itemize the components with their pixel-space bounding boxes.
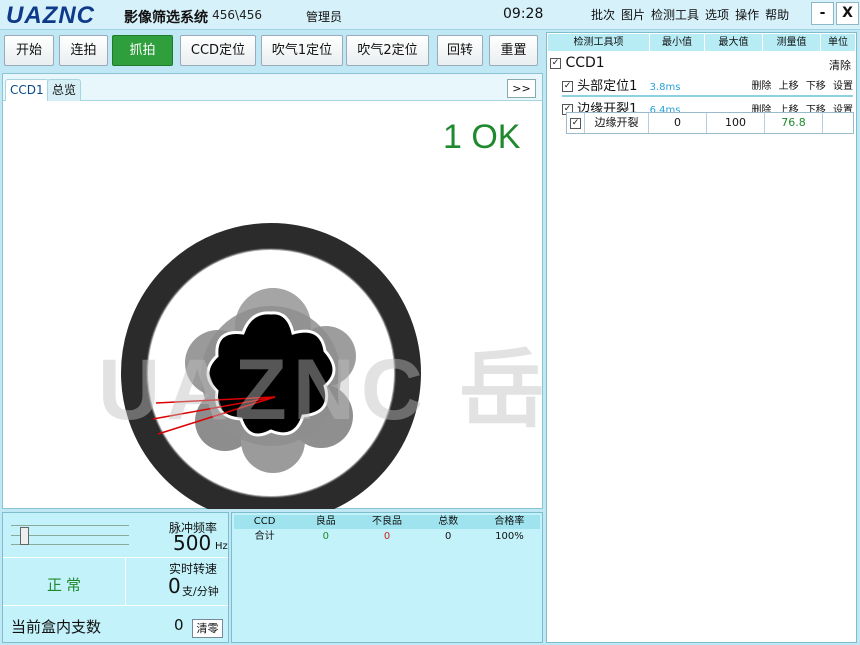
statistics-panel: CCD 良品 不良品 总数 合格率 合计 0 0 0 100% [231, 512, 543, 643]
title-bar: UAZNC 影像筛选系统 - 456\456 管理员 09:28 批次 图片 检… [0, 0, 860, 30]
menu-batch[interactable]: 批次 [591, 6, 615, 23]
start-button[interactable]: 开始 [4, 35, 54, 66]
menu-bar: 批次 图片 检测工具 选项 操作 帮助 [591, 6, 789, 23]
sub-checkbox[interactable]: ✓ [570, 117, 581, 129]
divider [125, 557, 126, 605]
col-unit: 单位 [828, 37, 848, 48]
col-bad: 不良品 [372, 516, 402, 527]
move-up-button[interactable]: 上移 [779, 81, 799, 92]
ccd1-checkbox[interactable]: ✓ [550, 57, 561, 69]
slider-thumb[interactable] [20, 527, 29, 545]
menu-options[interactable]: 选项 [705, 6, 729, 23]
tool-checkbox[interactable]: ✓ [562, 81, 573, 92]
divider [3, 557, 228, 558]
menu-operate[interactable]: 操作 [735, 6, 759, 23]
user-role: 管理员 [306, 10, 343, 24]
speed-unit: 支/分钟 [182, 585, 219, 598]
sub-value: 76.8 [765, 113, 823, 133]
blow2-position-button[interactable]: 吹气2定位 [346, 35, 429, 66]
speed-value: 0 [168, 574, 181, 598]
stats-header: CCD 良品 不良品 总数 合格率 [234, 515, 540, 529]
pulse-slider[interactable] [11, 525, 129, 545]
tool-item: ✓ 头部定位1 3.8ms 删除 上移 下移 设置 [562, 75, 853, 94]
machine-status: 正常 [47, 576, 86, 594]
cell-bad: 0 [383, 531, 391, 542]
box-count-label: 当前盒内支数 [11, 618, 102, 636]
col-min: 最小值 [650, 34, 705, 51]
sub-check-cell: ✓ [567, 113, 585, 133]
col-total: 总数 [438, 516, 459, 527]
camera-image [121, 223, 421, 509]
move-down-button[interactable]: 下移 [806, 81, 826, 92]
col-good: 良品 [315, 516, 336, 527]
sub-unit [823, 113, 853, 133]
rotate-button[interactable]: 回转 [437, 35, 483, 66]
menu-help[interactable]: 帮助 [765, 6, 789, 23]
col-ccd: CCD [253, 516, 276, 527]
ccd-group-label: CCD1 [565, 55, 605, 71]
tool-name: 头部定位1 [577, 79, 638, 94]
close-button[interactable]: X [836, 2, 859, 25]
menu-images[interactable]: 图片 [621, 6, 645, 23]
image-view: CCD1 总览 >> UAZNC 岳展® 1 OK [2, 73, 706, 509]
app-name: 影像筛选系统 [124, 10, 208, 26]
logo: UAZNC [6, 2, 95, 29]
cell-good: 0 [322, 531, 329, 542]
sub-min: 0 [649, 113, 707, 133]
sub-name: 边缘开裂 [585, 113, 649, 133]
col-value: 测量值 [763, 34, 821, 51]
control-panel: 脉冲频率 500 Hz 正常 实时转速 0 支/分钟 当前盒内支数 0 清零 [2, 512, 229, 643]
settings-button[interactable]: 设置 [833, 81, 853, 92]
capture-button[interactable]: 抓拍 [112, 35, 173, 66]
tool-time: 3.8ms [649, 82, 681, 93]
reset-button[interactable]: 重置 [489, 35, 538, 66]
ccd-position-button[interactable]: CCD定位 [180, 35, 256, 66]
clear-tools-button[interactable]: 清除 [829, 57, 851, 73]
col-max: 最大值 [705, 34, 763, 51]
view-tabs: CCD1 总览 >> [3, 74, 542, 101]
divider [3, 605, 228, 606]
ccd-group: ✓ CCD1 清除 [550, 55, 853, 73]
tab-overview[interactable]: 总览 [47, 79, 82, 101]
minimize-button[interactable]: - [811, 2, 834, 25]
expand-button[interactable]: >> [507, 79, 536, 98]
col-tool: 检测工具项 [548, 34, 650, 51]
cell-total: 0 [445, 531, 452, 542]
table-row: 合计 0 0 0 100% [234, 530, 540, 544]
clock: 09:28 [503, 6, 544, 22]
pulse-unit: Hz [215, 541, 228, 552]
sub-tool-row: ✓ 边缘开裂 0 100 76.8 [566, 112, 854, 134]
tab-ccd1[interactable]: CCD1 [5, 79, 49, 101]
blow1-position-button[interactable]: 吹气1定位 [261, 35, 343, 66]
pulse-value: 500 [173, 531, 212, 555]
box-count-value: 0 [174, 616, 184, 634]
tool-table-header: 检测工具项 最小值 最大值 测量值 单位 [548, 34, 855, 51]
delete-button[interactable]: 删除 [751, 81, 771, 92]
clear-count-button[interactable]: 清零 [192, 619, 223, 638]
tool-ops: 删除 上移 下移 设置 [747, 77, 853, 92]
menu-tools[interactable]: 检测工具 [651, 6, 699, 23]
inspection-result: 1 OK [443, 118, 521, 156]
col-pass-rate: 合格率 [494, 516, 525, 527]
cell-total-label: 合计 [254, 531, 275, 542]
sub-max: 100 [707, 113, 765, 133]
app-version: - 456\456 [204, 8, 262, 22]
cell-pass-rate: 100% [495, 531, 524, 542]
burst-button[interactable]: 连拍 [59, 35, 108, 66]
